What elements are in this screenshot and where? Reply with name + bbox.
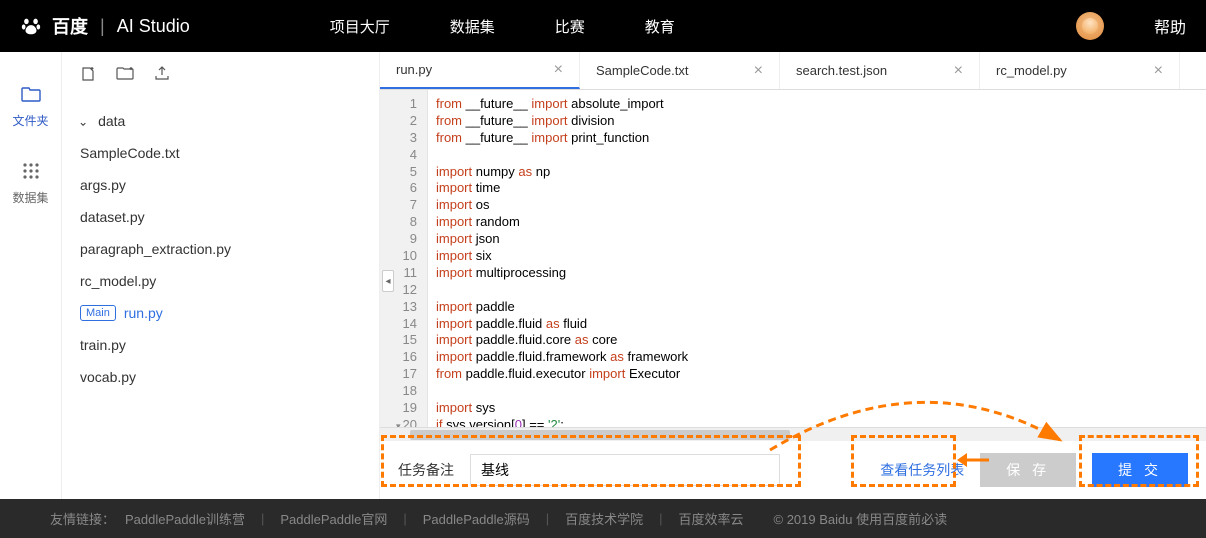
footer-link[interactable]: PaddlePaddle源码 [423, 509, 530, 528]
tree-folder-data[interactable]: data [76, 105, 365, 137]
footer-link[interactable]: 百度效率云 [679, 509, 744, 528]
close-icon[interactable]: × [754, 62, 763, 80]
line-gutter: 123456789101112131415161718192021222324 [380, 90, 428, 427]
tree-file[interactable]: train.py [76, 329, 365, 361]
footer: 友情链接： PaddlePaddle训练营| PaddlePaddle官网| P… [0, 499, 1206, 538]
sidebar-collapse-icon[interactable]: ◂ [382, 270, 394, 292]
left-rail: 文件夹 数据集 [0, 52, 62, 499]
brand-studio: AI Studio [117, 16, 190, 37]
rail-datasets-label: 数据集 [0, 189, 61, 206]
new-folder-icon[interactable] [116, 66, 134, 87]
code-lines[interactable]: from __future__ import absolute_importfr… [428, 90, 1206, 427]
rail-files[interactable]: 文件夹 [0, 82, 61, 129]
tree-file[interactable]: args.py [76, 169, 365, 201]
editor-tabs: run.py× SampleCode.txt× search.test.json… [380, 52, 1206, 90]
footer-link[interactable]: PaddlePaddle训练营 [125, 509, 245, 528]
horizontal-scrollbar[interactable] [380, 427, 1206, 441]
code-editor[interactable]: 123456789101112131415161718192021222324 … [380, 90, 1206, 427]
footer-copyright: © 2019 Baidu 使用百度前必读 [774, 509, 948, 528]
nav-match[interactable]: 比赛 [555, 16, 585, 37]
nav-dataset[interactable]: 数据集 [450, 16, 495, 37]
file-tree: data SampleCode.txt args.py dataset.py p… [62, 101, 379, 397]
close-icon[interactable]: × [954, 62, 963, 80]
tab-run-py[interactable]: run.py× [380, 52, 580, 89]
view-task-list-link[interactable]: 查看任务列表 [880, 460, 964, 480]
tree-file[interactable]: SampleCode.txt [76, 137, 365, 169]
tree-file[interactable]: rc_model.py [76, 265, 365, 297]
nav-help[interactable]: 帮助 [1154, 14, 1186, 38]
save-button[interactable]: 保 存 [980, 453, 1076, 487]
footer-links-label: 友情链接： [50, 509, 115, 528]
nav-edu[interactable]: 教育 [645, 16, 675, 37]
folder-icon [0, 82, 61, 106]
footer-link[interactable]: 百度技术学院 [565, 509, 643, 528]
scroll-thumb[interactable] [410, 430, 790, 440]
tree-file[interactable]: vocab.py [76, 361, 365, 393]
top-nav: 项目大厅 数据集 比赛 教育 [330, 16, 675, 37]
task-bar: 任务备注 查看任务列表 保 存 提 交 [380, 441, 1206, 499]
tree-file[interactable]: dataset.py [76, 201, 365, 233]
tab-search-json[interactable]: search.test.json× [780, 52, 980, 89]
new-file-icon[interactable] [80, 66, 96, 87]
brand-baidu: 百度 [52, 13, 88, 39]
brand-logo[interactable]: 百度 | AI Studio [20, 13, 190, 39]
main-badge: Main [80, 305, 116, 321]
tab-samplecode[interactable]: SampleCode.txt× [580, 52, 780, 89]
top-navbar: 百度 | AI Studio 项目大厅 数据集 比赛 教育 帮助 [0, 0, 1206, 52]
tree-file[interactable]: paragraph_extraction.py [76, 233, 365, 265]
submit-button[interactable]: 提 交 [1092, 453, 1188, 487]
file-sidebar: data SampleCode.txt args.py dataset.py p… [62, 52, 380, 499]
footer-link[interactable]: PaddlePaddle官网 [280, 509, 387, 528]
rail-files-label: 文件夹 [0, 112, 61, 129]
upload-icon[interactable] [154, 66, 170, 87]
editor-area: run.py× SampleCode.txt× search.test.json… [380, 52, 1206, 499]
tab-rc-model[interactable]: rc_model.py× [980, 52, 1180, 89]
paw-icon [20, 15, 42, 37]
close-icon[interactable]: × [554, 61, 563, 79]
sidebar-toolbar [62, 52, 379, 101]
nav-project-hall[interactable]: 项目大厅 [330, 16, 390, 37]
user-avatar[interactable] [1076, 12, 1104, 40]
task-remark-input[interactable] [470, 454, 780, 486]
top-right: 帮助 [1076, 12, 1186, 40]
rail-datasets[interactable]: 数据集 [0, 159, 61, 206]
task-remark-label: 任务备注 [398, 460, 454, 480]
tree-file-main[interactable]: Mainrun.py [76, 297, 365, 329]
grid-icon [0, 159, 61, 183]
close-icon[interactable]: × [1154, 62, 1163, 80]
brand-separator: | [100, 16, 105, 37]
